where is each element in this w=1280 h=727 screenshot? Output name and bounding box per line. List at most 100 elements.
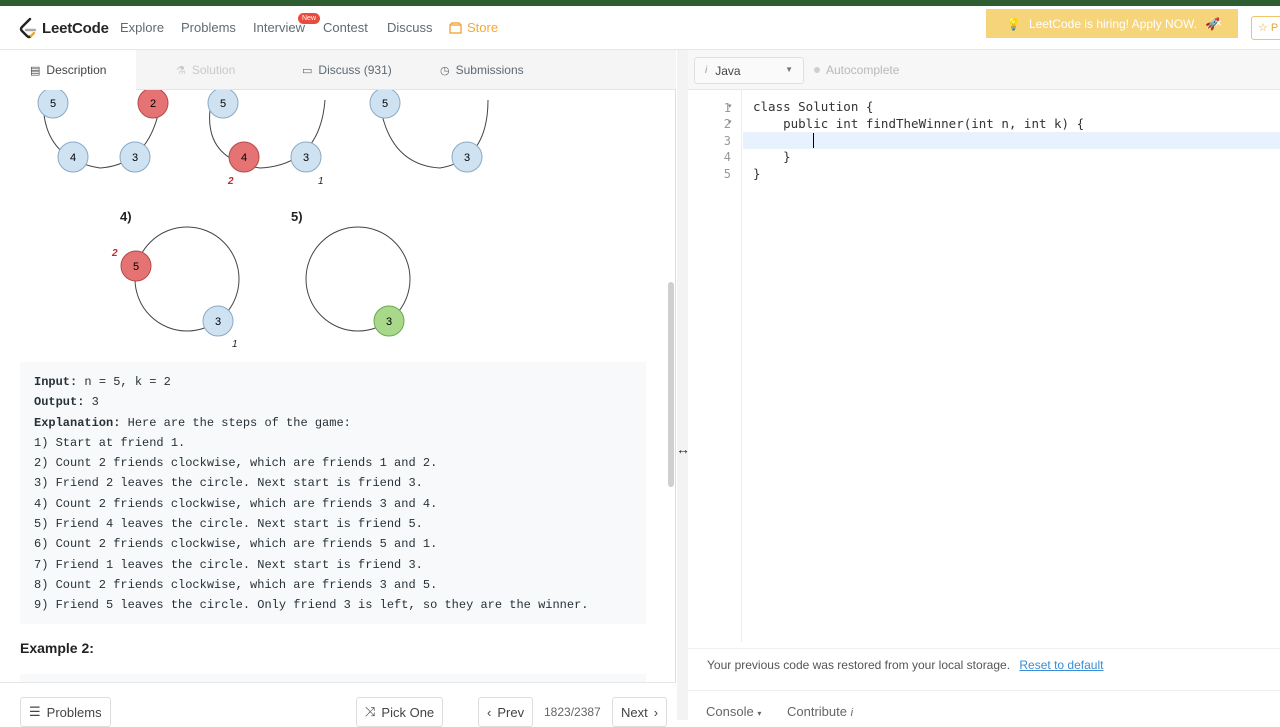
restore-notice: Your previous code was restored from you… [688,648,1280,682]
fold-icon[interactable]: ▾ [728,102,732,110]
tab-submissions-label: Submissions [455,63,524,77]
node-circle1-5: 5 [37,90,69,119]
game-diagram: 5 2 4 3 5 4 3 2 1 5 3 5 3 2 1 3 [37,90,489,350]
svg-text:4: 4 [70,152,76,164]
caret-down-icon: ▼ [785,65,793,74]
tab-discuss-label: Discuss (931) [318,63,392,77]
nav-discuss[interactable]: Discuss [387,20,433,35]
line-number: 3 [723,134,731,148]
nav-store[interactable]: Store [449,20,498,35]
step-line: 8) Count 2 friends clockwise, which are … [34,577,438,592]
step-line: 7) Friend 1 leaves the circle. Next star… [34,557,423,572]
console-label: Console [706,704,754,719]
leetcode-logo[interactable]: LeetCode [18,16,109,40]
tab-solution[interactable]: ⚗ Solution [176,50,235,90]
language-value: Java [715,63,741,78]
description-icon: ▤ [30,64,41,77]
problem-content: 5 2 4 3 5 4 3 2 1 5 3 5 3 2 1 3 4) 5) In… [0,90,668,682]
line-number: 5 [723,167,731,181]
svg-text:5: 5 [50,98,56,110]
problems-label: Problems [46,704,102,720]
node-circle2-5: 5 [207,90,239,119]
contribute-button[interactable]: Contribute i [787,704,853,719]
node-circle4-5: 5 [120,250,152,282]
hiring-banner[interactable]: 💡 LeetCode is hiring! Apply NOW. 🚀 × [986,9,1238,38]
top-navbar: LeetCode Explore Problems Interview New … [0,6,1280,50]
svg-text:5: 5 [382,98,388,110]
toggle-dot-icon [814,67,820,73]
chevron-right-icon: › [653,704,659,720]
editor-panel: i Java ▼ Autocomplete 1 2 3 4 5 ▾ ▾ clas… [688,50,1280,720]
output-line: Output: 3 [34,395,99,410]
step-label-4: 4) [120,209,132,224]
svg-text:5: 5 [220,98,226,110]
nav-contest[interactable]: Contest [323,20,368,35]
problem-counter: 1823/2387 [544,705,601,719]
line-gutter: 1 2 3 4 5 ▾ ▾ [688,90,742,642]
contribute-label: Contribute [787,704,847,719]
example-1-block: Input: n = 5, k = 2 Output: 3 Explanatio… [20,362,646,624]
pick-one-label: Pick One [381,704,435,720]
code-line: public int findTheWinner(int n, int k) { [753,116,1085,131]
flask-icon: ⚗ [176,64,186,77]
tab-solution-label: Solution [191,63,236,77]
logo-text: LeetCode [42,19,109,37]
node-circle2-4: 4 [228,141,260,173]
autocomplete-label: Autocomplete [826,63,900,77]
premium-button[interactable]: ☆ P [1251,16,1280,40]
nav-problems[interactable]: Problems [181,20,236,35]
problem-tabs: ▤ Description ⚗ Solution ▭ Discuss (931)… [0,50,676,90]
step-label-5: 5) [291,209,303,224]
bulb-icon: 💡 [1006,16,1021,31]
store-label: Store [467,20,499,35]
console-button[interactable]: Console ▾ [706,704,761,719]
tab-description[interactable]: ▤ Description [0,50,137,90]
nav-interview[interactable]: Interview [253,20,305,35]
panel-divider[interactable] [677,50,688,720]
list-icon: ☰ [29,704,41,719]
svg-text:3: 3 [386,316,392,328]
tab-discuss[interactable]: ▭ Discuss (931) [302,50,392,90]
count-label: 2 [227,176,234,187]
svg-text:3: 3 [464,152,470,164]
active-line-highlight [743,132,1280,149]
prev-button[interactable]: ‹ Prev [478,697,534,727]
fold-icon[interactable]: ▾ [728,118,732,126]
code-editor[interactable]: class Solution { public int findTheWinne… [743,90,1280,642]
description-scrollbar[interactable] [668,282,674,487]
input-line: Input: n = 5, k = 2 [34,375,171,389]
svg-text:5: 5 [133,261,139,273]
tab-submissions[interactable]: ◷ Submissions [440,50,524,90]
pick-one-button[interactable]: ⤨ Pick One [356,697,444,727]
count-label: 1 [232,339,238,350]
close-icon[interactable]: × [1215,16,1222,30]
autocomplete-toggle[interactable]: Autocomplete [814,63,899,77]
node-circle1-2: 2 [137,90,169,119]
reset-to-default-link[interactable]: Reset to default [1019,658,1103,672]
step-line: 2) Count 2 friends clockwise, which are … [34,456,438,471]
example-2-heading: Example 2: [20,640,94,656]
node-circle2-3: 3 [290,141,322,173]
language-select[interactable]: i Java ▼ [694,57,804,84]
caret-down-icon: ▾ [757,709,762,718]
svg-text:3: 3 [215,316,221,328]
code-line: class Solution { [753,99,874,114]
node-circle1-3: 3 [119,141,151,173]
explanation-line: Explanation: Here are the steps of the g… [34,415,351,430]
step-line: 6) Count 2 friends clockwise, which are … [34,537,438,552]
svg-text:4: 4 [241,152,247,164]
store-icon [449,21,462,34]
next-button[interactable]: Next › [612,697,668,727]
text-cursor [813,133,814,148]
problems-list-button[interactable]: ☰ Problems [20,697,111,727]
restore-message: Your previous code was restored from you… [707,658,1011,672]
info-icon: i [850,707,854,719]
nav-explore[interactable]: Explore [120,20,164,35]
new-badge: New [298,13,321,24]
svg-text:2: 2 [150,98,156,110]
chevron-left-icon: ‹ [487,704,492,720]
node-winner-3: 3 [373,305,405,337]
prev-label: Prev [497,704,525,720]
code-line: } [753,149,791,164]
